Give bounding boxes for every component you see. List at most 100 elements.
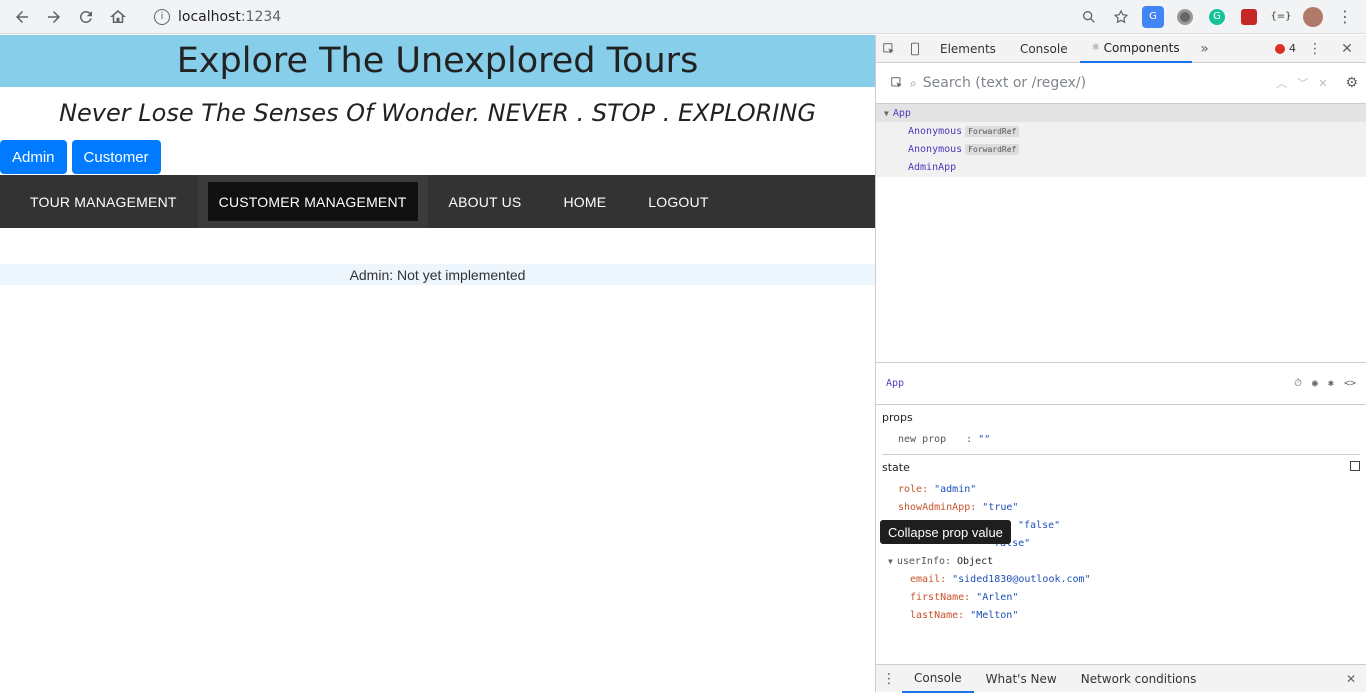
bug-icon[interactable]: ✱	[1328, 378, 1334, 389]
devtools-tabbar: Elements Console ⚛ Components » 4 ⋮ ✕	[876, 35, 1366, 63]
tree-node[interactable]: AdminApp	[876, 158, 1366, 176]
component-search-bar: ⌕ Search (text or /regex/) ︿ ﹀ ✕ ⚙	[876, 63, 1366, 104]
main-navbar: TOUR MANAGEMENT CUSTOMER MANAGEMENT ABOU…	[0, 175, 875, 228]
state-value[interactable]: "Melton"	[970, 610, 1018, 621]
device-toggle-icon[interactable]	[902, 36, 928, 62]
copy-icon[interactable]	[1350, 461, 1360, 471]
source-code-icon[interactable]: <>	[1344, 378, 1356, 389]
caret-down-icon[interactable]: ▼	[884, 109, 889, 118]
state-row-lastname[interactable]: lastName: "Melton"	[882, 606, 1360, 624]
search-prev-icon[interactable]: ︿	[1276, 75, 1287, 91]
state-row-userinfo[interactable]: ▼ userInfo: Object	[882, 552, 1360, 570]
tree-node-label: Anonymous	[908, 143, 963, 155]
nav-tour-management[interactable]: TOUR MANAGEMENT	[0, 175, 198, 228]
error-icon	[1275, 43, 1285, 54]
state-value[interactable]: "sided1830@outlook.com"	[952, 574, 1090, 585]
state-value[interactable]: "admin"	[934, 484, 976, 495]
tab-components[interactable]: ⚛ Components	[1079, 35, 1192, 63]
state-key: userInfo:	[896, 555, 952, 567]
state-row-role[interactable]: role: "admin"	[882, 480, 1360, 498]
inspect-element-icon[interactable]	[876, 36, 902, 62]
search-next-icon[interactable]: ﹀	[1297, 75, 1308, 91]
extension-red-icon[interactable]	[1238, 6, 1260, 28]
settings-gear-icon[interactable]: ⚙	[1345, 75, 1358, 91]
tree-node-badge: ForwardRef	[965, 143, 1020, 155]
prop-key: new prop	[898, 433, 947, 445]
stopwatch-icon[interactable]: ⏱	[1294, 378, 1302, 389]
tree-node-label: Anonymous	[908, 125, 963, 137]
drawer-tab-whats-new[interactable]: What's New	[974, 665, 1069, 693]
close-drawer-icon[interactable]: ✕	[1346, 672, 1366, 686]
nav-logout[interactable]: LOGOUT	[627, 175, 729, 228]
prop-value[interactable]: ""	[978, 434, 990, 445]
error-counter[interactable]: 4	[1275, 42, 1296, 55]
props-title: props	[882, 411, 913, 424]
customer-button[interactable]: Customer	[71, 140, 161, 174]
state-key: showAdminApp:	[898, 501, 977, 513]
state-value: Object	[957, 555, 994, 567]
more-tabs-icon[interactable]: »	[1192, 36, 1218, 62]
tree-node[interactable]: Anonymous ForwardRef	[876, 140, 1366, 158]
page-title: Explore The Unexplored Tours	[176, 41, 699, 81]
header-banner: Explore The Unexplored Tours	[0, 35, 875, 87]
error-count: 4	[1289, 42, 1296, 55]
translate-extension-icon[interactable]: G	[1142, 5, 1164, 28]
state-row-showadminapp[interactable]: showAdminApp: "true"	[882, 498, 1360, 516]
prop-row[interactable]: new prop : ""	[882, 430, 1360, 448]
menu-kebab-icon[interactable]: ⋮	[1334, 6, 1356, 28]
nav-customer-management[interactable]: CUSTOMER MANAGEMENT	[207, 182, 418, 221]
tab-components-label: Components	[1103, 40, 1180, 55]
home-icon[interactable]	[102, 1, 134, 33]
state-value[interactable]: "true"	[982, 502, 1018, 513]
back-icon[interactable]	[6, 1, 38, 33]
devtools-drawer: ⋮ Console What's New Network conditions …	[876, 664, 1366, 693]
zoom-icon[interactable]	[1078, 6, 1100, 28]
state-value[interactable]: "false"	[1018, 520, 1060, 531]
tree-node-badge: ForwardRef	[965, 125, 1020, 137]
info-icon[interactable]: i	[154, 8, 170, 25]
prop-colon: :	[966, 433, 973, 445]
eye-icon[interactable]: ◉	[1312, 378, 1318, 389]
search-icon: ⌕	[910, 75, 917, 90]
tagline: Never Lose The Senses Of Wonder. NEVER .…	[59, 99, 816, 127]
state-key: role:	[898, 483, 929, 495]
react-icon: ⚛	[1091, 42, 1100, 53]
state-row-firstname[interactable]: firstName: "Arlen"	[882, 588, 1360, 606]
tree-empty-space	[876, 177, 1366, 363]
profile-avatar[interactable]	[1302, 6, 1324, 28]
state-title: state	[882, 461, 1360, 474]
forward-icon[interactable]	[38, 1, 70, 33]
admin-button[interactable]: Admin	[0, 140, 67, 174]
tooltip: Collapse prop value	[880, 520, 1011, 544]
caret-down-icon[interactable]: ▼	[888, 557, 893, 566]
state-row-email[interactable]: email: "sided1830@outlook.com"	[882, 570, 1360, 588]
drawer-tab-network-conditions[interactable]: Network conditions	[1069, 665, 1209, 693]
props-section: props new prop : ""	[876, 405, 1366, 455]
tab-console[interactable]: Console	[1008, 35, 1080, 63]
close-devtools-icon[interactable]: ✕	[1334, 36, 1360, 62]
url-host: localhost	[178, 8, 241, 25]
tree-node-label: AdminApp	[908, 161, 957, 173]
page-content: Explore The Unexplored Tours Never Lose …	[0, 35, 875, 692]
url-port: :1234	[240, 8, 282, 25]
drawer-tab-console[interactable]: Console	[902, 665, 974, 693]
browser-toolbar: i localhost:1234 G G {=} ⋮	[0, 0, 1366, 34]
state-value[interactable]: "Arlen"	[976, 592, 1018, 603]
drawer-menu-icon[interactable]: ⋮	[876, 666, 902, 692]
tab-elements[interactable]: Elements	[928, 35, 1008, 63]
search-input[interactable]: Search (text or /regex/)	[923, 75, 1086, 91]
grammarly-icon[interactable]: G	[1206, 6, 1228, 28]
tree-node-app[interactable]: ▼ App	[876, 104, 1366, 122]
nav-about-us[interactable]: ABOUT US	[428, 175, 543, 228]
select-component-icon[interactable]	[884, 70, 910, 96]
devtools-menu-icon[interactable]: ⋮	[1302, 36, 1328, 62]
tree-node[interactable]: Anonymous ForwardRef	[876, 122, 1366, 140]
search-clear-icon[interactable]: ✕	[1318, 77, 1327, 90]
devtools-panel: Elements Console ⚛ Components » 4 ⋮ ✕ ⌕ …	[875, 35, 1366, 693]
json-extension-icon[interactable]: {=}	[1270, 6, 1292, 28]
reload-icon[interactable]	[70, 1, 102, 33]
extension-circle-icon[interactable]	[1174, 6, 1196, 28]
bookmark-star-icon[interactable]	[1110, 6, 1132, 28]
nav-home[interactable]: HOME	[542, 175, 627, 228]
address-bar[interactable]: i localhost:1234	[154, 3, 281, 31]
